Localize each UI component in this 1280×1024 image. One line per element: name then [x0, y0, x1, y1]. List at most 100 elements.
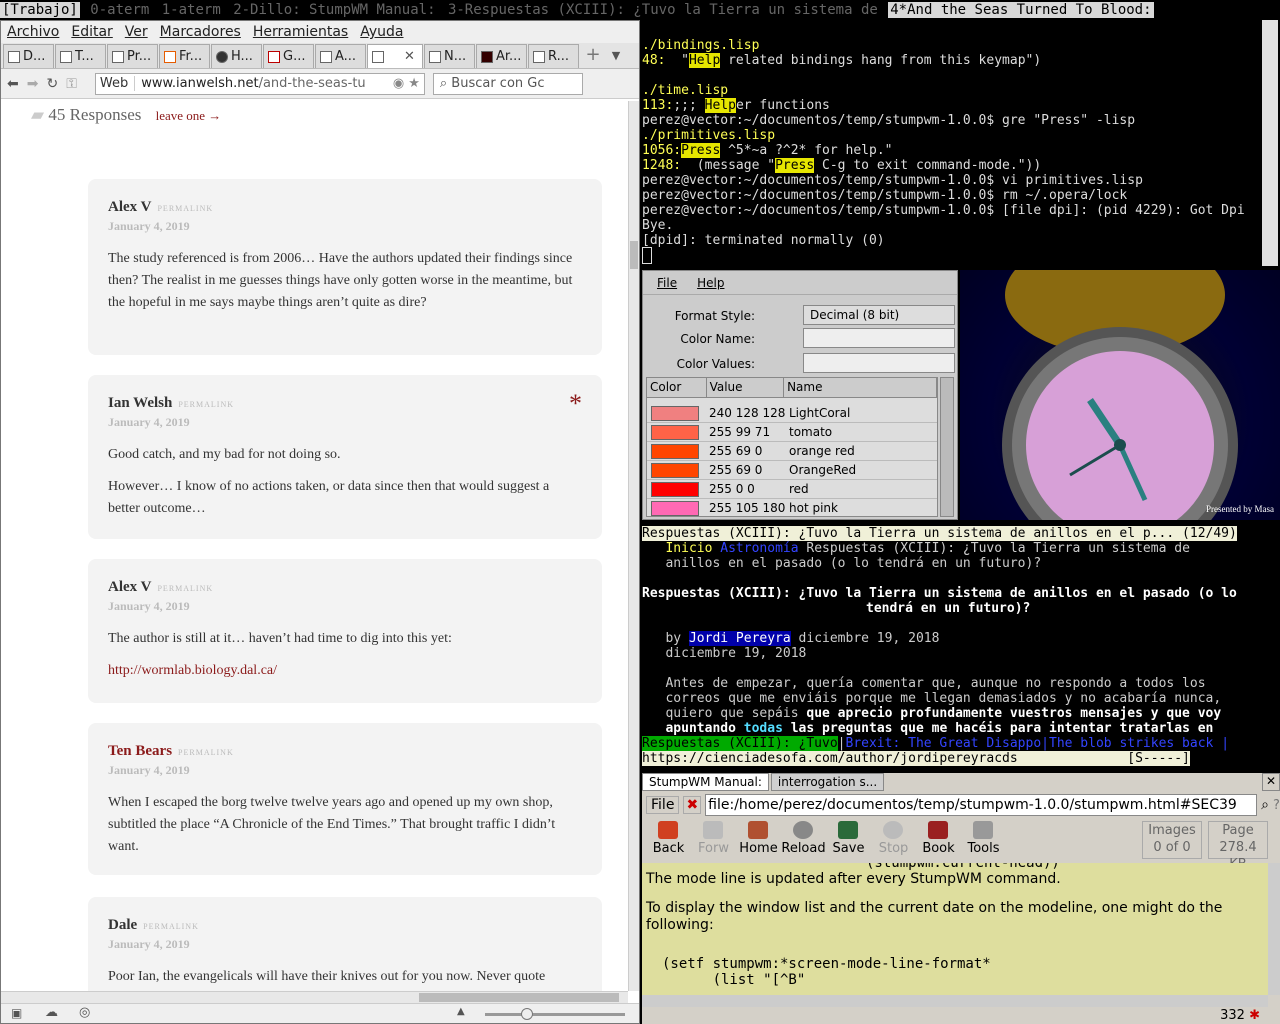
browser-tab[interactable]: H...: [211, 44, 262, 68]
dillo-vertical-scrollbar[interactable]: [1268, 863, 1280, 995]
menu-ver[interactable]: Ver: [119, 24, 154, 40]
terminal-grep-output[interactable]: ./bindings.lisp 48: "Help related bindin…: [642, 38, 1262, 266]
bookmark-star-icon[interactable]: ★: [408, 76, 420, 91]
search-input[interactable]: ⌕ Buscar con Gc: [432, 72, 583, 95]
search-icon[interactable]: ⌕: [1261, 797, 1269, 813]
speed-dial-icon[interactable]: ◎: [79, 1005, 90, 1020]
panel-icon[interactable]: ▣: [11, 1006, 22, 1020]
address-bar[interactable]: Web www.ianwelsh.net/and-the-seas-tu ◉ ★: [94, 72, 425, 95]
text-browser-tab[interactable]: The blob strikes back: [1049, 736, 1213, 751]
window-tab-2[interactable]: 2-Dillo: StumpWM Manual:: [231, 2, 437, 18]
permalink[interactable]: PERMALINK: [178, 400, 234, 409]
permalink[interactable]: PERMALINK: [178, 748, 234, 757]
zoom-slider-knob[interactable]: [521, 1008, 533, 1020]
browser-tab[interactable]: R...: [528, 44, 579, 68]
dillo-horizontal-scrollbar[interactable]: [642, 995, 1268, 1007]
menu-editar[interactable]: Editar: [65, 24, 118, 40]
new-tab-icon[interactable]: +: [580, 44, 606, 68]
window-tab-1[interactable]: 1-aterm: [160, 2, 223, 18]
browser-tab-active[interactable]: ✕: [367, 44, 423, 68]
color-row[interactable]: 240 128 128 LightCoral: [647, 404, 937, 423]
browser-tab[interactable]: T...: [55, 44, 106, 68]
breadcrumb-astronomia[interactable]: Astronomía: [720, 541, 798, 556]
forward-arrow-icon[interactable]: ➡: [27, 76, 39, 92]
scrollbar-thumb[interactable]: [630, 241, 638, 269]
back-button[interactable]: Back: [646, 819, 691, 863]
permalink[interactable]: PERMALINK: [143, 922, 199, 931]
stop-button[interactable]: Stop: [871, 819, 916, 863]
dillo-tab[interactable]: interrogation s...: [770, 773, 885, 791]
key-icon[interactable]: ⚿: [66, 76, 77, 92]
color-row[interactable]: 255 0 0 red: [647, 480, 937, 499]
rss-icon[interactable]: ◉: [393, 76, 404, 91]
format-style-select[interactable]: Decimal (8 bit): [803, 305, 955, 325]
column-header-value[interactable]: Value: [707, 378, 785, 397]
color-row[interactable]: 255 69 0 OrangeRed: [647, 461, 937, 480]
cloud-icon[interactable]: ☁: [45, 1005, 58, 1020]
browser-tab[interactable]: Ar...: [476, 44, 527, 68]
file-menu-button[interactable]: File: [646, 796, 680, 814]
author-link[interactable]: Jordi Pereyra: [688, 631, 791, 646]
browser-tab[interactable]: G...: [263, 44, 314, 68]
menu-ayuda[interactable]: Ayuda: [354, 24, 409, 40]
text-browser-tab-active[interactable]: Respuestas (XCIII): ¿Tuvo: [642, 736, 838, 751]
comment-link[interactable]: http://wormlab.biology.dal.ca/: [108, 663, 277, 678]
permalink[interactable]: PERMALINK: [157, 204, 213, 213]
zoom-slider[interactable]: [485, 1008, 625, 1020]
back-arrow-icon[interactable]: ⬅: [7, 76, 19, 92]
home-button[interactable]: Home: [736, 819, 781, 863]
terminal-scrollbar[interactable]: [1262, 20, 1278, 266]
reload-button[interactable]: Reload: [781, 819, 826, 863]
tools-button[interactable]: Tools: [961, 819, 1006, 863]
color-name-input[interactable]: [803, 328, 955, 348]
color-row[interactable]: 255 69 0 orange red: [647, 442, 937, 461]
text-browser-window[interactable]: Respuestas (XCIII): ¿Tuvo la Tierra un s…: [642, 526, 1260, 768]
globe-icon-web-label: Web: [100, 76, 136, 91]
leave-comment-link[interactable]: leave one →: [156, 108, 222, 123]
group-name[interactable]: [Trabajo]: [0, 2, 80, 18]
menu-help[interactable]: Help: [697, 276, 724, 290]
save-button[interactable]: Save: [826, 819, 871, 863]
window-tab-3[interactable]: 3-Respuestas (XCIII): ¿Tuvo la Tierra un…: [446, 2, 880, 18]
page-horizontal-scrollbar[interactable]: [1, 991, 628, 1003]
forward-button[interactable]: Forw: [691, 819, 736, 863]
permalink[interactable]: PERMALINK: [157, 584, 213, 593]
menu-file[interactable]: File: [657, 276, 677, 290]
browser-tab[interactable]: D...: [3, 44, 54, 68]
browser-tab[interactable]: Fr...: [159, 44, 210, 68]
color-values-input[interactable]: [803, 353, 955, 373]
help-icon[interactable]: ?: [1273, 798, 1280, 813]
zoom-triangle-icon[interactable]: ▲: [457, 1006, 465, 1017]
column-header-name[interactable]: Name: [784, 378, 937, 397]
url-input[interactable]: file:/home/perez/documentos/temp/stumpwm…: [705, 794, 1258, 816]
close-tab-icon[interactable]: ✕: [1262, 773, 1280, 791]
color-name-label: Color Name:: [680, 332, 755, 346]
page-vertical-scrollbar[interactable]: [628, 101, 639, 991]
column-header-color[interactable]: Color: [647, 378, 707, 397]
comment-author[interactable]: Ten Bears: [108, 743, 172, 759]
clear-url-icon[interactable]: ✖: [683, 796, 702, 814]
dillo-tab-active[interactable]: StumpWM Manual:: [642, 773, 769, 791]
color-table-scrollbar[interactable]: [940, 377, 954, 517]
clock-pivot: [1114, 439, 1126, 451]
reload-icon[interactable]: ↻: [46, 76, 58, 92]
window-tab-4[interactable]: 4*And the Seas Turned To Blood:: [888, 2, 1154, 18]
scrollbar-thumb[interactable]: [419, 993, 619, 1002]
text-browser-tab[interactable]: Brexit: The Great Disappo: [846, 736, 1042, 751]
color-row[interactable]: 255 99 71 tomato: [647, 423, 937, 442]
breadcrumb-inicio[interactable]: Inicio: [665, 541, 712, 556]
color-value: 255 69 0: [709, 444, 763, 458]
tab-list-chevron-icon[interactable]: ▼: [606, 44, 626, 68]
close-tab-icon[interactable]: ✕: [404, 46, 415, 68]
color-row[interactable]: 255 105 180 hot pink: [647, 499, 937, 516]
menu-archivo[interactable]: Archivo: [1, 24, 65, 40]
browser-tab[interactable]: Pr...: [107, 44, 158, 68]
menu-herramientas[interactable]: Herramientas: [247, 24, 354, 40]
menu-marcadores[interactable]: Marcadores: [154, 24, 247, 40]
browser-tab[interactable]: A...: [315, 44, 366, 68]
terminal-scrollbar[interactable]: [1262, 526, 1278, 768]
window-tab-0[interactable]: 0-aterm: [88, 2, 151, 18]
browser-tab[interactable]: N...: [424, 44, 475, 68]
bug-meter-icon[interactable]: ✱: [1249, 1008, 1260, 1023]
bookmarks-button[interactable]: Book: [916, 819, 961, 863]
